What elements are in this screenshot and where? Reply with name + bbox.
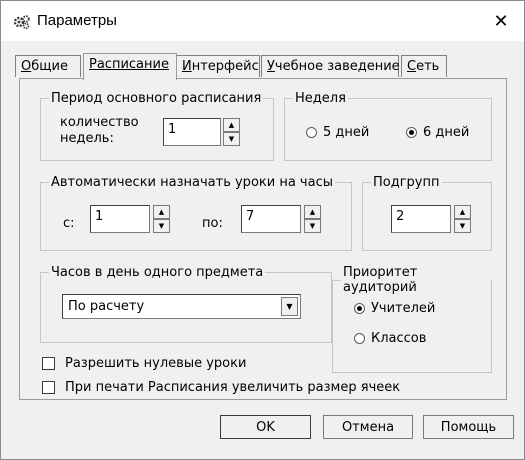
to-hour-input[interactable]: 7	[241, 205, 301, 233]
radio-classes[interactable]: Классов	[354, 331, 426, 346]
radio-5-days[interactable]: 5 дней	[306, 125, 369, 140]
spin-down-icon[interactable]: ▼	[223, 132, 240, 146]
tab-interface-label: нтерфейс	[191, 59, 259, 74]
from-hour-input[interactable]: 1	[90, 205, 150, 233]
cancel-button[interactable]: Отмена	[323, 415, 413, 439]
hours-per-day-legend: Часов в день одного предмета	[51, 265, 264, 280]
tab-school-hotkey: У	[267, 59, 275, 74]
zero-lessons-checkbox[interactable]: Разрешить нулевые уроки	[42, 356, 246, 371]
enlarge-cells-checkbox[interactable]: При печати Расписания увеличить размер я…	[42, 380, 400, 395]
spin-down-icon[interactable]: ▼	[454, 219, 471, 233]
tab-schedule-hotkey: Р	[89, 57, 97, 72]
radio-6-days[interactable]: 6 дней	[406, 125, 469, 140]
spin-up-icon[interactable]: ▲	[454, 205, 471, 219]
radio-teachers-dot	[354, 303, 365, 314]
close-button[interactable]: ✕	[478, 1, 524, 41]
subgroups-input[interactable]: 2	[391, 205, 451, 233]
to-hour-spinner[interactable]: ▲ ▼	[304, 205, 321, 233]
radio-teachers-label: Учителей	[371, 301, 436, 316]
radio-teachers[interactable]: Учителей	[354, 301, 435, 316]
subgroups-value: 2	[396, 209, 405, 224]
zero-lessons-label: Разрешить нулевые уроки	[65, 356, 247, 371]
radio-5-days-label: 5 дней	[323, 125, 370, 140]
tab-network[interactable]: Сеть	[401, 55, 447, 77]
radio-classes-label: Классов	[371, 331, 427, 346]
spin-up-icon[interactable]: ▲	[223, 118, 240, 132]
subgroups-spinner[interactable]: ▲ ▼	[454, 205, 471, 233]
period-legend: Период основного расписания	[51, 91, 262, 106]
tab-interface-hotkey: И	[182, 59, 192, 74]
hours-per-day-value: По расчету	[68, 299, 145, 314]
room-priority-legend: Приоритет аудиторий	[343, 265, 418, 295]
enlarge-cells-box	[42, 381, 55, 394]
room-priority-group: Приоритет аудиторий	[332, 265, 492, 373]
gear-icon	[13, 15, 30, 30]
to-label: по:	[202, 216, 223, 231]
tab-schedule-label: асписание	[96, 57, 169, 72]
title-bar: Параметры ✕	[1, 1, 524, 41]
spin-down-icon[interactable]: ▼	[304, 219, 321, 233]
subgroups-legend: Подгрупп	[373, 175, 440, 190]
tab-general-label: бщие	[31, 59, 68, 74]
from-label: с:	[63, 216, 75, 231]
enlarge-cells-label: При печати Расписания увеличить размер я…	[65, 380, 401, 395]
tab-interface[interactable]: Интерфейс	[176, 55, 260, 77]
radio-classes-dot	[354, 333, 365, 344]
tab-general[interactable]: Общие	[15, 55, 81, 77]
from-hour-spinner[interactable]: ▲ ▼	[153, 205, 170, 233]
spin-up-icon[interactable]: ▲	[304, 205, 321, 219]
spin-down-icon[interactable]: ▼	[153, 219, 170, 233]
radio-6-days-label: 6 дней	[423, 125, 470, 140]
ok-button[interactable]: OK	[220, 415, 311, 439]
tab-general-hotkey: О	[21, 59, 32, 74]
auto-hours-legend: Автоматически назначать уроки на часы	[51, 175, 333, 190]
help-button[interactable]: Помощь	[423, 415, 514, 439]
weeks-count-input[interactable]: 1	[163, 118, 221, 146]
chevron-down-icon[interactable]: ▼	[281, 297, 298, 316]
window-title: Параметры	[37, 12, 117, 29]
radio-5-days-dot	[306, 127, 317, 138]
tab-network-hotkey: С	[407, 59, 417, 74]
weeks-count-spinner[interactable]: ▲ ▼	[223, 118, 240, 146]
weeks-count-value: 1	[168, 122, 177, 137]
week-legend: Неделя	[295, 91, 346, 106]
tab-network-label: еть	[416, 59, 440, 74]
hours-per-day-select[interactable]: По расчету ▼	[62, 294, 301, 319]
settings-dialog: Параметры ✕ Общие Расписание Интерфейс У…	[0, 0, 525, 460]
tab-schedule[interactable]: Расписание	[83, 53, 177, 80]
schedule-panel: Период основного расписания количество н…	[19, 78, 507, 400]
to-hour-value: 7	[246, 209, 255, 224]
from-hour-value: 1	[95, 209, 104, 224]
radio-6-days-dot	[406, 127, 417, 138]
tab-school[interactable]: Учебное заведение	[261, 55, 400, 77]
spin-up-icon[interactable]: ▲	[153, 205, 170, 219]
tab-school-label: чебное заведение	[274, 59, 400, 74]
weeks-count-label: количество недель:	[60, 115, 139, 146]
close-icon: ✕	[493, 10, 509, 31]
zero-lessons-box	[42, 357, 55, 370]
